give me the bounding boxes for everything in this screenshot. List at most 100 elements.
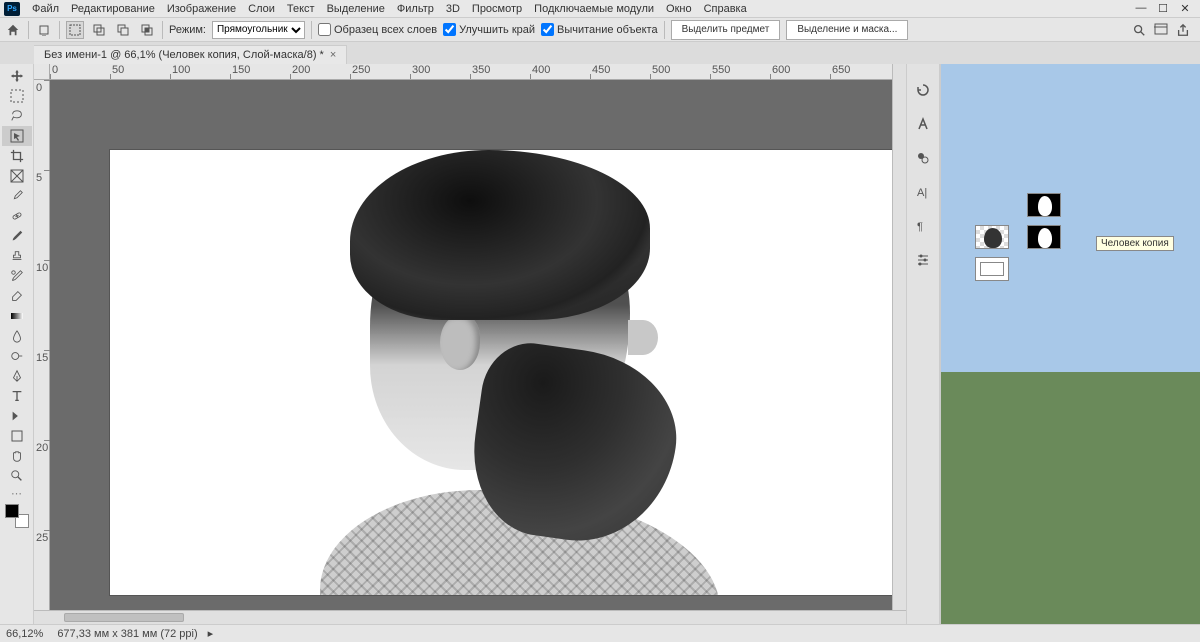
ruler-tick: 550 [710,64,770,80]
menu-редактирование[interactable]: Редактирование [65,2,161,16]
object-selection-tool[interactable] [2,126,32,146]
ruler-tick: 0 [34,80,50,170]
ruler-tick: 600 [770,64,830,80]
dodge-tool[interactable] [2,346,32,366]
color-swatches[interactable] [5,504,29,528]
ruler-tick: 450 [590,64,650,80]
mask-thumbnail[interactable] [1027,225,1061,249]
ruler-tick: 100 [170,64,230,80]
menu-выделение[interactable]: Выделение [321,2,391,16]
select-subject-button[interactable]: Выделить предмет [671,20,781,40]
menu-фильтр[interactable]: Фильтр [391,2,440,16]
ruler-tick: 400 [530,64,590,80]
foreground-color-swatch[interactable] [5,504,19,518]
ruler-tick: 15 [34,350,50,440]
menubar: Ps ФайлРедактированиеИзображениеСлоиТекс… [0,0,1200,18]
layer-thumbnail[interactable] [975,225,1009,249]
horizontal-scrollbar[interactable] [34,610,906,624]
menu-изображение[interactable]: Изображение [161,2,242,16]
menu-просмотр[interactable]: Просмотр [466,2,528,16]
artboard[interactable] [110,150,906,595]
document-tab[interactable]: Без имени-1 @ 66,1% (Человек копия, Слой… [34,45,347,64]
brush-tool[interactable] [2,226,32,246]
ruler-tick: 5 [34,170,50,260]
pen-tool[interactable] [2,366,32,386]
menu-файл[interactable]: Файл [26,2,65,16]
ruler-horizontal[interactable]: 050100150200250300350400450500550600650 [50,64,906,80]
blur-tool[interactable] [2,326,32,346]
shape-tool[interactable] [2,426,32,446]
stamp-tool[interactable] [2,246,32,266]
character-panel-icon[interactable] [913,114,933,134]
ruler-tick: 350 [470,64,530,80]
subtract-object-checkbox[interactable]: Вычитание объекта [541,23,658,36]
app-logo-icon: Ps [4,2,20,16]
paragraph-panel-icon[interactable]: ¶ [913,216,933,236]
refine-edge-checkbox[interactable]: Улучшить край [443,23,535,36]
layer-list: ⛓Человек копия⛓вулкан⛓ЧеловекЗаливка цве… [941,156,1200,604]
layer-thumbnail[interactable] [975,257,1009,281]
search-icon[interactable] [1132,23,1146,37]
home-button[interactable] [4,21,22,39]
vertical-scrollbar[interactable] [892,64,906,610]
move-tool[interactable] [2,66,32,86]
menu-подключаемые модули[interactable]: Подключаемые модули [528,2,660,16]
ruler-origin[interactable] [34,64,50,80]
new-selection-icon[interactable] [66,21,84,39]
select-and-mask-button[interactable]: Выделение и маска... [786,20,908,40]
menu-слои[interactable]: Слои [242,2,281,16]
path-tool[interactable] [2,406,32,426]
zoom-level[interactable]: 66,12% [6,628,43,640]
zoom-tool[interactable] [2,466,32,486]
menu-текст[interactable]: Текст [281,2,321,16]
maximize-button[interactable]: ☐ [1156,2,1170,15]
eraser-tool[interactable] [2,286,32,306]
collapsed-dock: A| ¶ [906,64,940,624]
menu-справка[interactable]: Справка [698,2,753,16]
subtract-selection-icon[interactable] [114,21,132,39]
options-bar: Режим: Прямоугольник Образец всех слоев … [0,18,1200,42]
doc-info[interactable]: 677,33 мм x 381 мм (72 ppi) [53,628,197,640]
sample-all-layers-checkbox[interactable]: Образец всех слоев [318,23,437,36]
history-panel-icon[interactable] [913,80,933,100]
ruler-tick: 10 [34,260,50,350]
type-tool[interactable] [2,386,32,406]
glyphs-panel-icon[interactable]: A| [913,182,933,202]
share-icon[interactable] [1176,23,1190,37]
swatches-panel-icon[interactable] [913,148,933,168]
svg-text:A|: A| [917,187,927,199]
menu-3d[interactable]: 3D [440,2,466,16]
shape-mode-select[interactable]: Прямоугольник [212,21,305,39]
adjustments-panel-icon[interactable] [913,250,933,270]
tool-preset-icon[interactable] [35,21,53,39]
doc-info-flyout-icon[interactable]: ▸ [208,627,214,640]
crop-tool[interactable] [2,146,32,166]
edit-toolbar-icon[interactable]: ⋯ [2,486,32,500]
gradient-tool[interactable] [2,306,32,326]
lasso-tool[interactable] [2,106,32,126]
document-tab-bar: Без имени-1 @ 66,1% (Человек копия, Слой… [0,42,1200,64]
intersect-selection-icon[interactable] [138,21,156,39]
status-bar: 66,12% 677,33 мм x 381 мм (72 ppi) ▸ [0,624,1200,642]
history-brush-tool[interactable] [2,266,32,286]
close-button[interactable]: ✕ [1178,2,1192,15]
layer-thumbnail[interactable] [975,193,1009,217]
mask-thumbnail[interactable] [1027,193,1061,217]
healing-tool[interactable] [2,206,32,226]
layer-row[interactable]: ⛓вулкан [941,189,1200,221]
ruler-tick: 200 [290,64,350,80]
marquee-tool[interactable] [2,86,32,106]
close-tab-icon[interactable]: × [330,49,336,61]
frame-tool[interactable] [2,166,32,186]
svg-text:¶: ¶ [917,221,923,233]
canvas-area: 050100150200250300350400450500550600650 … [34,64,906,624]
ruler-vertical[interactable]: 05101520253035 [34,80,50,624]
ruler-tick: 300 [410,64,470,80]
hand-tool[interactable] [2,446,32,466]
eyedropper-tool[interactable] [2,186,32,206]
window-controls: — ☐ ✕ [1134,2,1196,15]
minimize-button[interactable]: — [1134,2,1148,15]
add-selection-icon[interactable] [90,21,108,39]
workspace-icon[interactable] [1154,23,1168,37]
menu-окно[interactable]: Окно [660,2,698,16]
